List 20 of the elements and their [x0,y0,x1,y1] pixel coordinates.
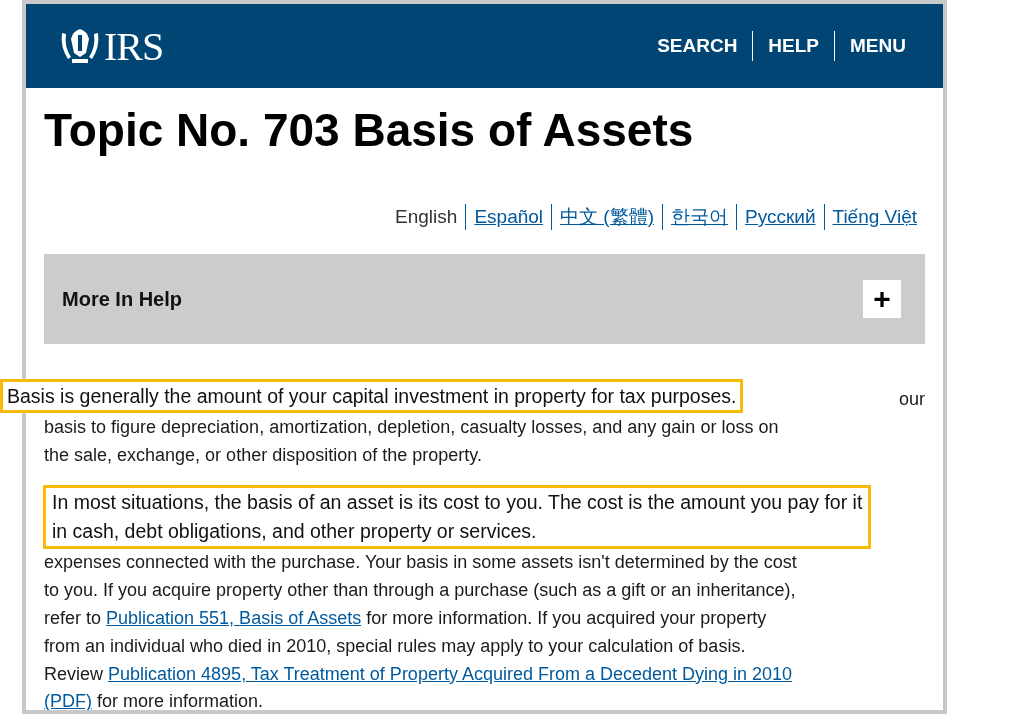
nav-link[interactable]: MENU [835,35,921,57]
language-current: English [394,206,459,228]
language-link[interactable]: Español [466,206,552,228]
language-link[interactable]: 한국어 [663,204,736,230]
highlight-callout: Basis is generally the amount of your capital investment in property for tax purposes. [0,379,744,413]
text-fragment: our [899,388,925,411]
link[interactable]: Publication 551, Basis of Assets [106,608,362,628]
nav-link[interactable]: HELP [753,35,835,57]
accordion-label: More In Help [62,287,182,311]
highlight-callout: In most situations, the basis of an asset is its cost to you. The cost is the amount you pay for it in cash, debt obligations, and other property or services. [43,485,872,549]
accordion-header[interactable]: More In Help + [44,254,925,344]
nav-link[interactable]: SEARCH [642,35,753,57]
page-title: Topic No. 703 Basis of Assets [44,103,695,158]
language-link[interactable]: Русский [737,206,824,228]
logo-wordmark[interactable]: IRS [104,22,164,70]
language-link[interactable]: 中文 (繁體) [552,204,662,230]
paragraph: basis to figure depreciation, amortization, depletion, casualty losses, and any gain or loss on the sale, exchange, or other disposition of the property. [44,415,780,467]
language-link[interactable]: Tiếng Việt [824,206,925,228]
link[interactable]: Publication 4895, Tax Treatment of Property Acquired From a Decedent Dying in 2010 [108,663,793,684]
expand-button[interactable]: + [863,280,901,318]
